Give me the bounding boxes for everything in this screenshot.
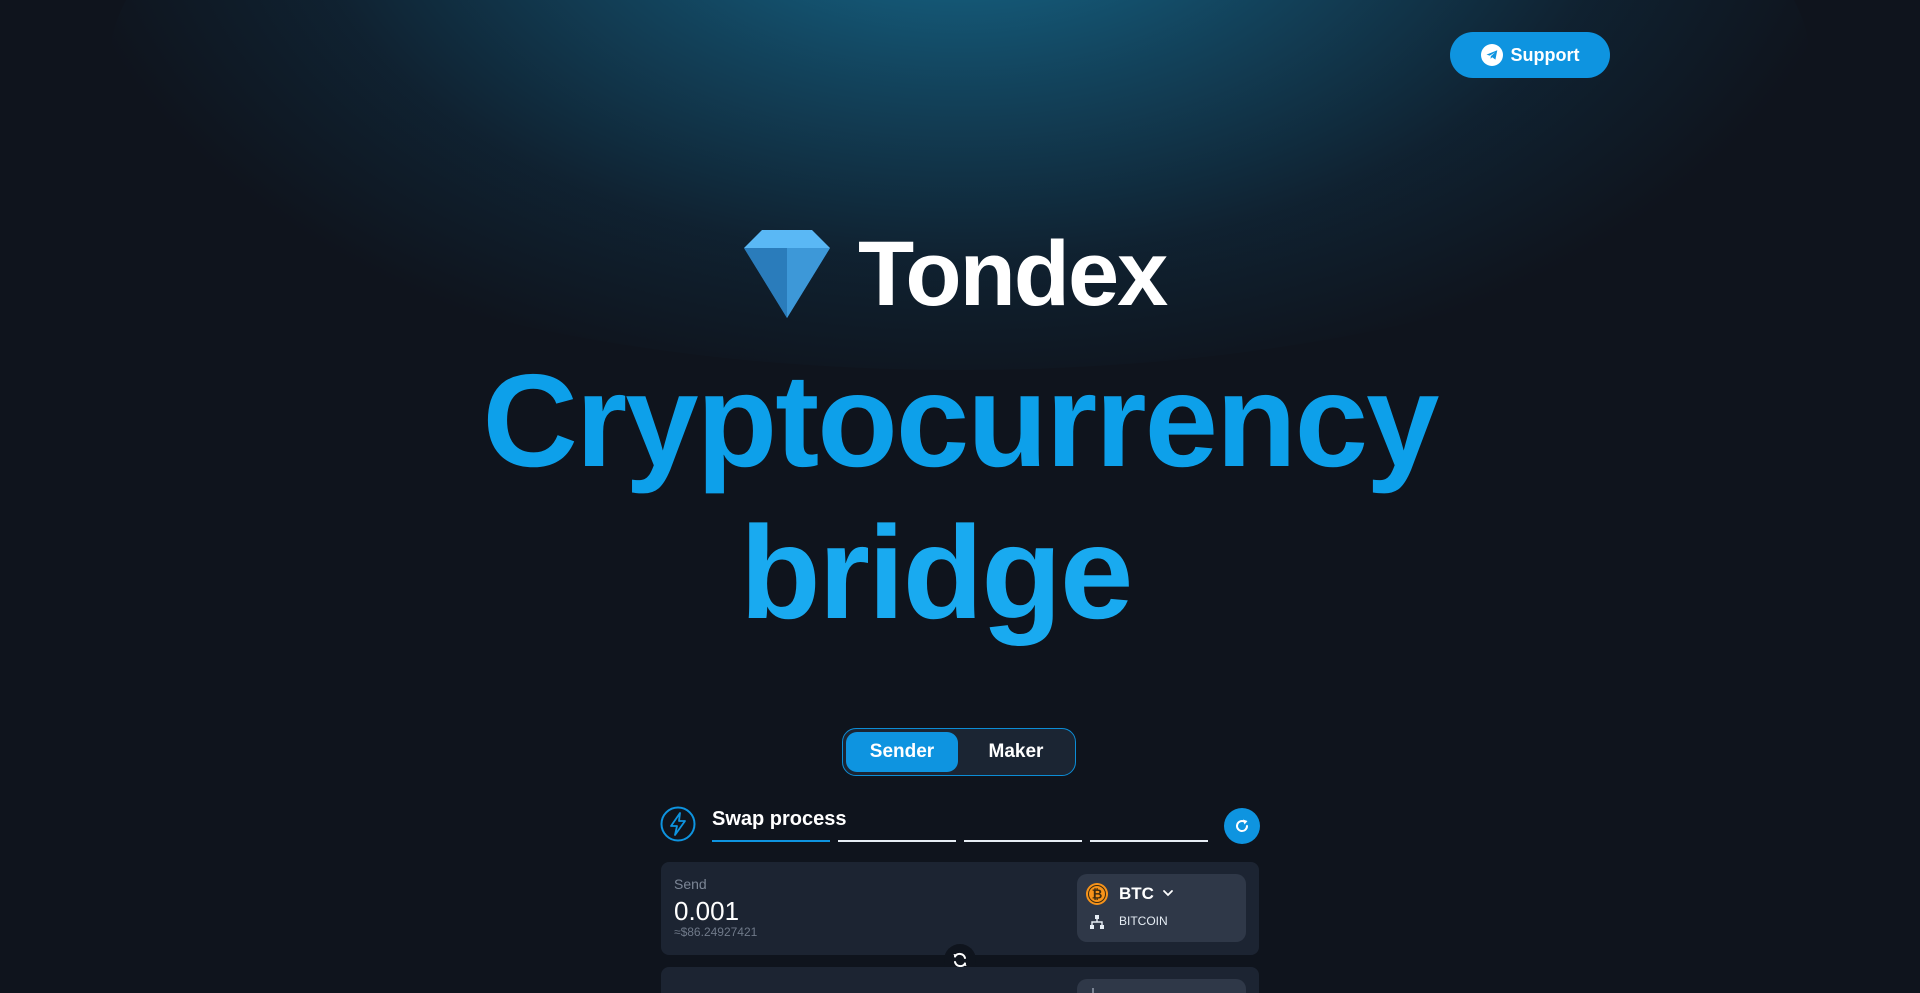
receive-card xyxy=(661,967,1259,993)
support-button[interactable]: Support xyxy=(1450,32,1610,78)
swap-progress: Swap process xyxy=(660,806,1260,846)
progress-step-1 xyxy=(712,840,830,842)
send-network-name: BITCOIN xyxy=(1119,914,1168,928)
send-label: Send xyxy=(674,876,707,892)
hero-title-line2: bridge xyxy=(740,499,1133,646)
page: Support Tondex Cryptocurrency bridge Sen… xyxy=(0,0,1920,993)
progress-step-4 xyxy=(1090,840,1208,842)
send-card: Send 0.001 ≈$86.24927421 ₿ BTC BITCOIN xyxy=(661,862,1259,955)
send-usd-value: ≈$86.24927421 xyxy=(674,925,758,939)
send-amount-input[interactable]: 0.001 xyxy=(674,896,739,927)
brand-logo[interactable]: Tondex xyxy=(744,223,1168,325)
maker-tab[interactable]: Maker xyxy=(960,732,1072,772)
sender-tab[interactable]: Sender xyxy=(846,732,958,772)
lightning-icon xyxy=(660,806,696,842)
support-label: Support xyxy=(1510,44,1580,65)
network-tree-icon xyxy=(1090,915,1104,929)
swap-process-title: Swap process xyxy=(712,808,847,830)
svg-text:₿: ₿ xyxy=(1092,888,1103,903)
diamond-logo-icon xyxy=(744,230,830,318)
bitcoin-icon: ₿ xyxy=(1086,883,1108,905)
refresh-button[interactable] xyxy=(1224,808,1260,844)
send-token-symbol: BTC xyxy=(1119,884,1154,903)
network-tree-icon xyxy=(1092,988,1094,993)
refresh-icon xyxy=(1236,819,1249,832)
progress-step-3 xyxy=(964,840,1082,842)
mode-toggle: Sender Maker xyxy=(842,728,1076,776)
chevron-down-icon xyxy=(1163,890,1173,897)
progress-step-2 xyxy=(838,840,956,842)
brand-name: Tondex xyxy=(858,223,1168,325)
send-token-select[interactable]: ₿ BTC BITCOIN xyxy=(1077,874,1246,942)
hero-title-line1: Cryptocurrency xyxy=(482,347,1440,494)
telegram-icon xyxy=(1480,44,1503,66)
receive-token-select[interactable] xyxy=(1077,979,1246,993)
